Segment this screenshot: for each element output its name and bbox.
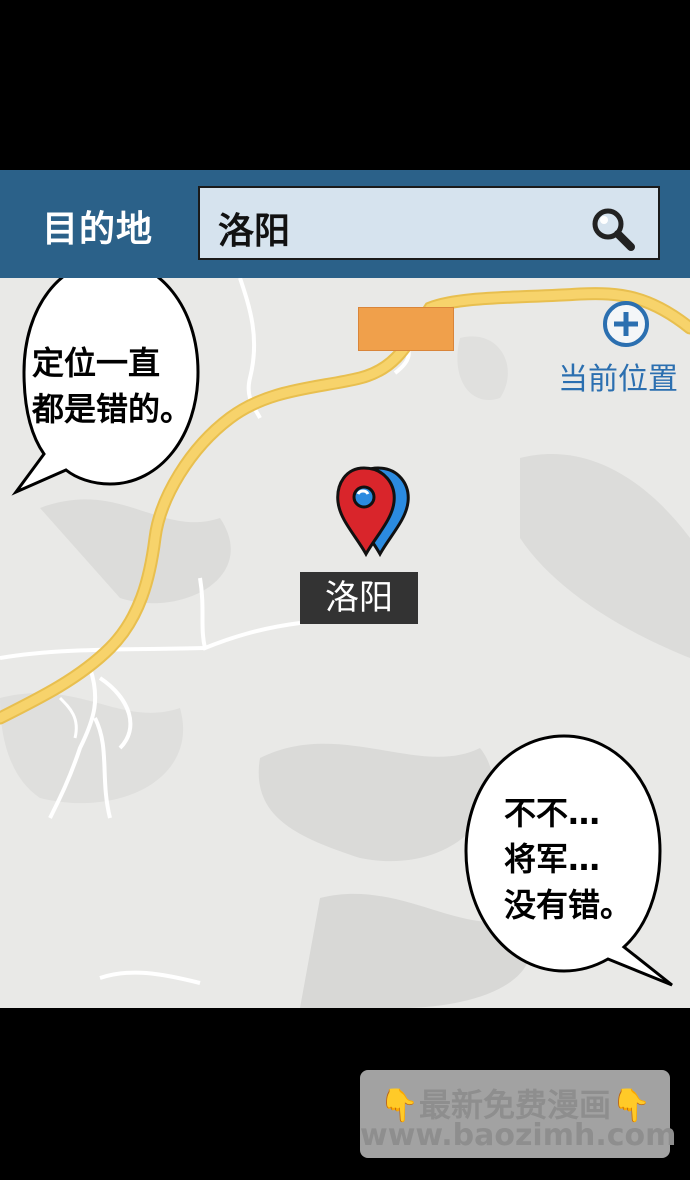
speech-text-right: 不不… 将军… 没有错。 [504,794,633,924]
pin-label: 洛阳 [300,572,418,624]
search-value: 洛阳 [218,211,291,252]
watermark-url[interactable]: www.baozimh.com [360,1118,676,1153]
locate-plus-icon[interactable] [600,298,652,350]
map-building [358,307,454,351]
speech-text-left: 定位一直 都是错的。 [32,344,193,428]
destination-label: 目的地 [42,209,154,250]
search-icon[interactable] [588,204,636,252]
location-pin-icon[interactable] [326,464,416,558]
watermark-badge[interactable]: 👇最新免费漫画👇 www.baozimh.com [360,1070,676,1158]
current-location-label[interactable]: 当前位置 [558,354,678,398]
destination-search-input[interactable]: 洛阳 [198,186,660,260]
map-view[interactable]: 当前位置 洛阳 定位一直 都是错的。 不不… 将军… 没有错。 [0,278,690,1008]
comic-panel: 目的地 洛阳 当前位置 洛阳 定位一直 都是错的。 不不… 将军… 没有错。 👇… [0,0,690,1180]
